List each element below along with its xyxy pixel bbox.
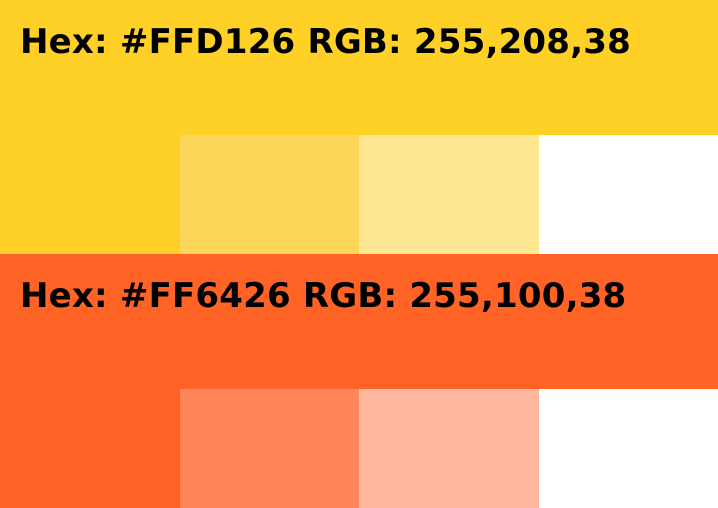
tint-light [179, 135, 359, 254]
tint-white [538, 389, 718, 508]
tint-lighter [359, 389, 539, 508]
tint-base [0, 135, 180, 254]
tint-row [0, 135, 718, 254]
swatch-label: Hex: #FFD126 RGB: 255,208,38 [20, 22, 631, 62]
tint-white [538, 135, 718, 254]
swatch-label: Hex: #FF6426 RGB: 255,100,38 [20, 276, 627, 316]
tint-lighter [359, 135, 539, 254]
tint-row [0, 389, 718, 508]
tint-light [179, 389, 359, 508]
swatch-yellow: Hex: #FFD126 RGB: 255,208,38 [0, 0, 718, 254]
tint-base [0, 389, 180, 508]
swatch-orange: Hex: #FF6426 RGB: 255,100,38 [0, 254, 718, 508]
